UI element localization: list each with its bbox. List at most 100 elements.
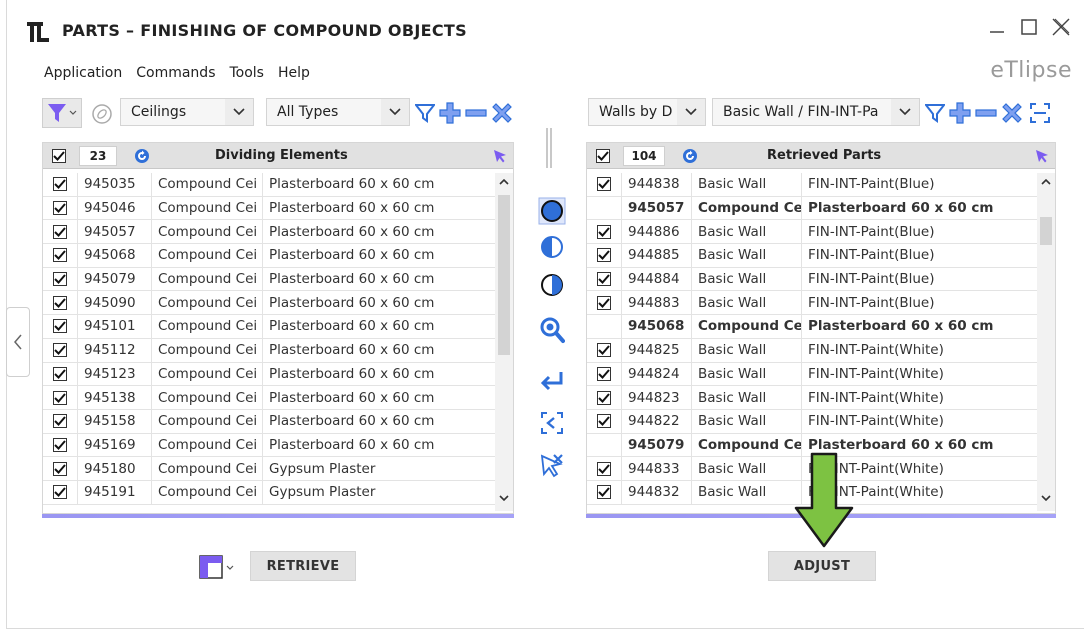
row-checkbox[interactable] — [53, 295, 67, 310]
row-checkbox[interactable] — [597, 461, 611, 476]
table-row[interactable]: 945180 Compound Cei Gypsum Plaster — [43, 457, 495, 481]
group-row[interactable]: 945057 Compound Cei Plasterboard 60 x 60 c… — [587, 196, 1037, 221]
filter-icon[interactable] — [414, 101, 436, 125]
table-row[interactable]: 945191 Compound Cei Gypsum Plaster — [43, 480, 495, 505]
row-checkbox-cell — [43, 390, 77, 405]
minimize-icon[interactable] — [986, 16, 1008, 38]
right-category-select[interactable]: Walls by D — [588, 98, 706, 126]
add-icon[interactable] — [948, 101, 972, 125]
table-row[interactable]: 944884 Basic Wall FIN-INT-Paint(Blue) — [587, 267, 1037, 292]
row-checkbox[interactable] — [597, 414, 611, 429]
scroll-thumb[interactable] — [498, 195, 510, 355]
row-checkbox[interactable] — [53, 272, 67, 287]
maximize-icon[interactable] — [1018, 16, 1040, 38]
category-select[interactable]: Ceilings — [120, 98, 254, 126]
table-row[interactable]: 944822 Basic Wall FIN-INT-Paint(White) — [587, 409, 1037, 434]
table-row[interactable]: 944824 Basic Wall FIN-INT-Paint(White) — [587, 362, 1037, 387]
scroll-thumb[interactable] — [1040, 217, 1052, 245]
table-row[interactable]: 944823 Basic Wall FIN-INT-Paint(White) — [587, 386, 1037, 410]
layout-dropdown-button[interactable] — [198, 553, 238, 583]
table-row[interactable]: 944838 Basic Wall FIN-INT-Paint(Blue) — [587, 173, 1037, 197]
row-checkbox[interactable] — [53, 461, 67, 476]
clear-icon[interactable] — [1000, 101, 1024, 125]
row-checkbox[interactable] — [53, 414, 67, 429]
row-checkbox[interactable] — [597, 390, 611, 405]
right-type-select[interactable]: Basic Wall / FIN-INT-Pa — [712, 98, 920, 126]
scroll-up-arrow[interactable] — [1037, 173, 1055, 191]
table-row[interactable]: 945090 Compound Cei Plasterboard 60 x 60 c… — [43, 291, 495, 316]
table-row[interactable]: 944883 Basic Wall FIN-INT-Paint(Blue) — [587, 291, 1037, 316]
select-all-checkbox[interactable] — [596, 149, 610, 163]
row-checkbox[interactable] — [597, 272, 611, 287]
adjust-button[interactable]: ADJUST — [768, 551, 876, 581]
menu-commands[interactable]: Commands — [136, 62, 223, 84]
table-row[interactable]: 945057 Compound Cei Plasterboard 60 x 60 c… — [43, 220, 495, 245]
row-checkbox[interactable] — [597, 295, 611, 310]
row-checkbox[interactable] — [53, 437, 67, 452]
row-checkbox[interactable] — [597, 343, 611, 358]
row-checkbox[interactable] — [53, 248, 67, 263]
table-row[interactable]: 945158 Compound Cei Plasterboard 60 x 60 c… — [43, 409, 495, 434]
scrollbar[interactable] — [495, 173, 513, 511]
table-row[interactable]: 945068 Compound Cei Plasterboard 60 x 60 c… — [43, 244, 495, 268]
zoom-icon[interactable] — [537, 314, 567, 346]
row-checkbox[interactable] — [597, 248, 611, 263]
table-row[interactable]: 945046 Compound Cei Plasterboard 60 x 60 c… — [43, 196, 495, 221]
row-checkbox[interactable] — [53, 319, 67, 334]
row-checkbox[interactable] — [53, 224, 67, 239]
row-checkbox[interactable] — [53, 343, 67, 358]
filter-icon[interactable] — [924, 101, 946, 125]
close-icon[interactable] — [1050, 16, 1072, 38]
menu-help[interactable]: Help — [278, 62, 318, 84]
collapse-panel-tab[interactable] — [6, 307, 30, 377]
row-checkbox[interactable] — [53, 201, 67, 216]
cursor-select-icon[interactable] — [491, 147, 509, 165]
select-all-checkbox[interactable] — [52, 149, 66, 163]
table-row[interactable]: 945123 Compound Cei Plasterboard 60 x 60 c… — [43, 362, 495, 387]
row-checkbox[interactable] — [53, 485, 67, 500]
return-icon[interactable] — [537, 366, 567, 396]
row-checkbox[interactable] — [597, 177, 611, 192]
row-checkbox[interactable] — [597, 366, 611, 381]
menu-application[interactable]: Application — [44, 62, 130, 84]
row-checkbox[interactable] — [597, 485, 611, 500]
group-row[interactable]: 945068 Compound Cei Plasterboard 60 x 60 c… — [587, 315, 1037, 339]
type-select[interactable]: All Types — [266, 98, 410, 126]
scrollbar[interactable] — [1037, 173, 1055, 511]
splitter-handle[interactable] — [544, 128, 554, 168]
select-left-half-icon[interactable] — [537, 232, 567, 262]
remove-icon[interactable] — [974, 101, 998, 125]
cursor-select-icon[interactable] — [1033, 147, 1051, 165]
row-checkbox[interactable] — [597, 224, 611, 239]
menu-tools[interactable]: Tools — [229, 62, 272, 84]
table-row[interactable]: 945112 Compound Cei Plasterboard 60 x 60 c… — [43, 338, 495, 363]
clear-icon[interactable] — [490, 101, 514, 125]
table-row[interactable]: 944886 Basic Wall FIN-INT-Paint(Blue) — [587, 220, 1037, 245]
table-row[interactable]: 945035 Compound Cei Plasterboard 60 x 60 c… — [43, 173, 495, 197]
scroll-down-arrow[interactable] — [1037, 489, 1055, 507]
table-row[interactable]: 944825 Basic Wall FIN-INT-Paint(White) — [587, 338, 1037, 363]
row-checkbox[interactable] — [53, 177, 67, 192]
select-right-half-icon[interactable] — [537, 270, 567, 300]
retrieve-button[interactable]: RETRIEVE — [250, 551, 356, 581]
table-row[interactable]: 945138 Compound Cei Plasterboard 60 x 60 c… — [43, 386, 495, 410]
filter-dropdown-button[interactable] — [42, 98, 82, 128]
table-row[interactable]: 945101 Compound Cei Plasterboard 60 x 60 c… — [43, 315, 495, 339]
add-icon[interactable] — [438, 101, 462, 125]
select-all-parts-icon[interactable] — [537, 196, 567, 226]
remove-icon[interactable] — [464, 101, 488, 125]
refresh-icon[interactable] — [681, 147, 699, 165]
table-row[interactable]: 944885 Basic Wall FIN-INT-Paint(Blue) — [587, 244, 1037, 268]
table-row[interactable]: 945169 Compound Cei Plasterboard 60 x 60 c… — [43, 433, 495, 458]
row-checkbox[interactable] — [53, 390, 67, 405]
refresh-icon[interactable] — [133, 147, 151, 165]
expand-icon[interactable] — [1028, 101, 1052, 125]
row-name: FIN-INT-Paint(White) — [801, 409, 1033, 433]
select-in-view-icon[interactable] — [537, 408, 567, 438]
link-disabled-icon[interactable] — [88, 100, 116, 128]
row-checkbox[interactable] — [53, 366, 67, 381]
table-row[interactable]: 945079 Compound Cei Plasterboard 60 x 60 c… — [43, 267, 495, 292]
scroll-up-arrow[interactable] — [495, 173, 513, 191]
cursor-clear-icon[interactable] — [537, 450, 567, 482]
scroll-down-arrow[interactable] — [495, 489, 513, 507]
